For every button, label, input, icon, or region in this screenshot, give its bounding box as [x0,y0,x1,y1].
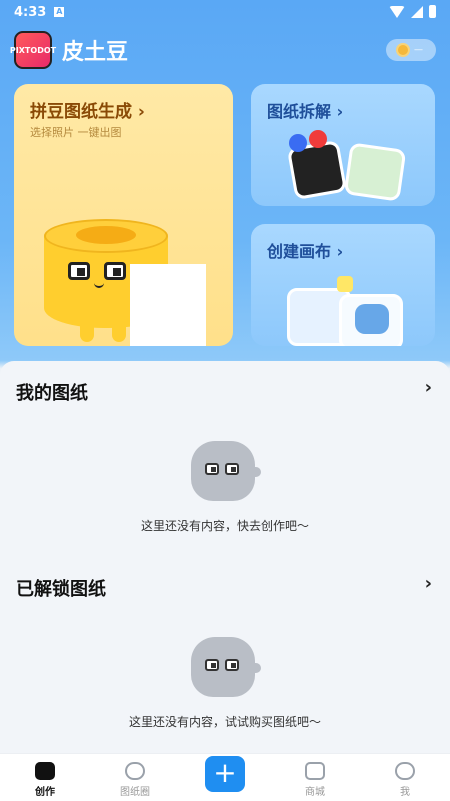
sim-icon: A [54,7,65,17]
add-icon: + [205,756,245,792]
app-logo: PIX TO DOT [10,31,56,69]
bottom-tab-bar: 创作 图纸圈 + 商城 我 [0,753,450,801]
empty-state-illustration [191,637,261,697]
logo-text-1: PIX [9,45,25,55]
disassemble-drawing-card[interactable]: 图纸拆解 › [251,84,435,206]
unlocked-drawings-title: 已解锁图纸 [16,579,106,600]
tab-community[interactable]: 图纸圈 [90,754,180,801]
coin-balance-button[interactable]: — [386,39,436,61]
empty-state-illustration [191,441,261,501]
my-drawings-empty-text: 这里还没有内容，快去创作吧～ [140,519,309,533]
unlocked-drawings-empty-text: 这里还没有内容，试试购买图纸吧～ [128,715,321,729]
unlocked-drawings-chevron-icon[interactable]: › [425,573,432,594]
generate-card-subtitle: 选择照片 一键出图 [30,126,122,139]
app-header: PIX TO DOT 皮土豆 — [10,30,436,70]
battery-icon [429,5,436,18]
create-icon [35,762,55,780]
status-icons [389,5,436,18]
tab-create[interactable]: 创作 [0,754,90,801]
coin-balance-text: — [414,45,423,55]
coin-icon [396,43,410,57]
wifi-icon [389,5,405,18]
tab-shop[interactable]: 商城 [270,754,360,801]
logo-text-3: DOT [37,45,57,55]
logo-text-2: TO [24,45,38,55]
tab-create-label: 创作 [35,787,55,798]
profile-icon [395,762,415,780]
create-canvas-card[interactable]: 创建画布 › [251,224,435,346]
tab-profile-label: 我 [400,787,410,798]
generate-drawing-card[interactable]: 拼豆图纸生成 › 选择照片 一键出图 [14,84,233,346]
content-panel: 我的图纸 › 这里还没有内容，快去创作吧～ 已解锁图纸 › 这里还没有内容，试试… [0,361,450,753]
my-drawings-title: 我的图纸 [16,383,88,404]
disassemble-card-title: 图纸拆解 › [267,102,344,121]
tab-profile[interactable]: 我 [360,754,450,801]
tab-add[interactable]: + [180,754,270,801]
tab-shop-label: 商城 [305,787,325,798]
create-canvas-card-title: 创建画布 › [267,242,344,261]
status-bar: 4:33 A [0,0,450,24]
signal-icon [411,5,423,18]
community-icon [125,762,145,780]
generate-card-title: 拼豆图纸生成 › [30,102,145,122]
tab-community-label: 图纸圈 [120,787,150,798]
shop-bag-icon [305,762,325,780]
app-title: 皮土豆 [62,40,129,65]
my-drawings-chevron-icon[interactable]: › [425,377,432,398]
status-time: 4:33 [14,4,47,20]
